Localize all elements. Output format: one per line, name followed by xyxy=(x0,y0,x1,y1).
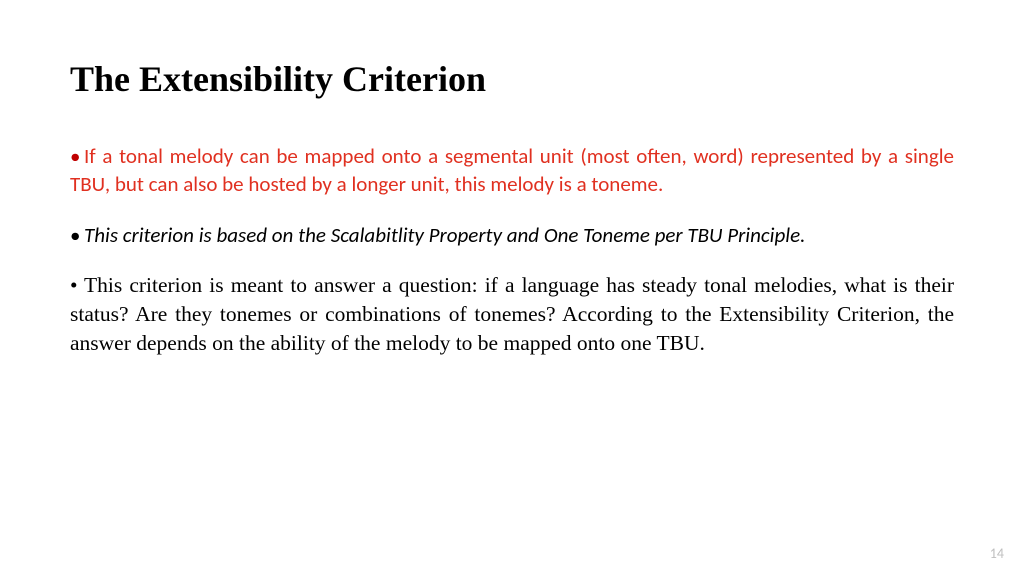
bullet-3-text: This criterion is meant to answer a ques… xyxy=(70,273,954,355)
bullet-1-text: If a tonal melody can be mapped onto a s… xyxy=(70,143,954,197)
page-number: 14 xyxy=(990,545,1004,562)
bullet-3: •This criterion is meant to answer a que… xyxy=(70,271,954,358)
slide-title: The Extensibility Criterion xyxy=(70,58,954,100)
bullet-marker-icon: • xyxy=(70,142,84,170)
bullet-marker-icon: • xyxy=(70,271,84,300)
bullet-2: •This criterion is based on the Scalabit… xyxy=(70,221,954,249)
slide-body: The Extensibility Criterion •If a tonal … xyxy=(0,0,1024,420)
bullet-2-text: This criterion is based on the Scalabitl… xyxy=(84,222,805,248)
bullet-marker-icon: • xyxy=(70,221,84,249)
bullet-1: •If a tonal melody can be mapped onto a … xyxy=(70,142,954,199)
